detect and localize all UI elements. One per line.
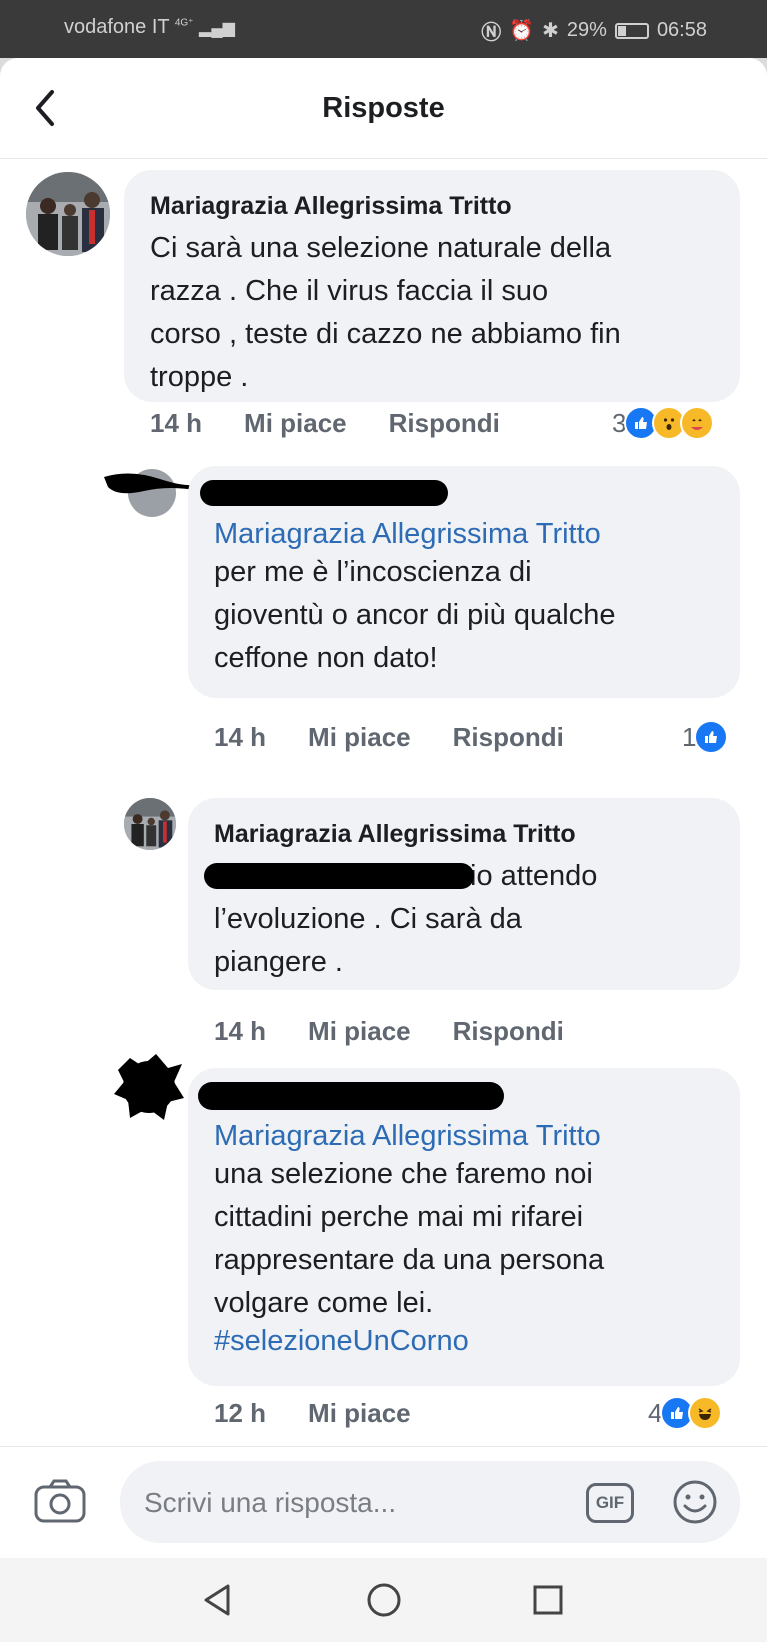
comment-bubble: Mariagrazia Allegrissima Tritto Ci sarà … xyxy=(124,170,740,402)
comment-line: razza . Che il virus faccia il suo xyxy=(150,275,549,307)
avatar-photo xyxy=(124,798,176,850)
status-bar: vodafone IT 4G⁺ ▂▄▆ Ⓝ ⏰ ✱ 29% 06:58 xyxy=(0,0,767,58)
like-button[interactable]: Mi piace xyxy=(308,1016,411,1047)
reply-button[interactable]: Rispondi xyxy=(389,408,500,439)
emoji-icon[interactable] xyxy=(672,1479,718,1525)
avatar[interactable] xyxy=(124,798,176,850)
comment-line: piangere . xyxy=(214,946,343,978)
battery-percent: 29% xyxy=(566,19,607,41)
comment-time: 14 h xyxy=(214,722,267,752)
comment-line: una selezione che faremo noi xyxy=(214,1158,593,1190)
reply-button[interactable]: Rispondi xyxy=(453,722,564,753)
comment-line: cittadini perche mai mi rifarei xyxy=(214,1201,584,1233)
comment-line: volgare come lei. xyxy=(214,1287,434,1319)
redacted-avatar xyxy=(114,1054,184,1120)
comment-text: per me è l’incoscienza di gioventù o anc… xyxy=(214,551,714,680)
haha-reaction-icon xyxy=(688,1396,723,1430)
nav-back-icon[interactable] xyxy=(198,1580,238,1620)
redacted-author xyxy=(198,1082,504,1110)
status-right: Ⓝ ⏰ ✱ 29% 06:58 xyxy=(481,16,707,45)
signal-icon: ▂▄▆ xyxy=(199,20,235,37)
avatar[interactable] xyxy=(26,172,110,256)
comment-line: io attendo xyxy=(204,855,714,898)
comment-bubble: Mariagrazia Allegrissima Tritto per me è… xyxy=(188,466,740,698)
hashtag-link[interactable]: #selezioneUnCorno xyxy=(214,1325,714,1358)
reaction-summary[interactable]: 1 xyxy=(682,720,729,754)
reaction-summary[interactable]: 3 xyxy=(612,406,715,440)
comment-bubble: Mariagrazia Allegrissima Tritto una sele… xyxy=(188,1068,740,1386)
comment-line: troppe . xyxy=(150,361,249,393)
network-type: 4G⁺ xyxy=(174,17,194,29)
page-title: Risposte xyxy=(322,92,445,124)
bluetooth-icon: ✱ xyxy=(542,20,559,42)
comment-actions: 12 h Mi piace xyxy=(214,1398,453,1429)
comment-actions: 14 h Mi piace Rispondi xyxy=(150,408,542,439)
replies-sheet: Risposte Mariagrazia Allegrissima Tritto… xyxy=(0,58,767,1642)
comment-bubble: Mariagrazia Allegrissima Tritto io atten… xyxy=(188,798,740,990)
gif-icon[interactable]: GIF xyxy=(586,1483,634,1523)
comment-actions: 14 h Mi piace Rispondi xyxy=(214,722,606,753)
nav-home-icon[interactable] xyxy=(364,1580,404,1620)
like-button[interactable]: Mi piace xyxy=(308,722,411,753)
comment-text: Ci sarà una selezione naturale della raz… xyxy=(150,227,714,399)
comment-line: per me è l’incoscienza di xyxy=(214,556,532,588)
comment-line-tail: io attendo xyxy=(470,860,598,892)
system-navigation-bar xyxy=(0,1558,767,1642)
mention-link[interactable]: Mariagrazia Allegrissima Tritto xyxy=(214,1120,714,1153)
avatar-photo xyxy=(26,172,110,256)
reply-button[interactable]: Rispondi xyxy=(453,1016,564,1047)
comment-time: 14 h xyxy=(150,408,203,438)
comment-line: rappresentare da una persona xyxy=(214,1244,605,1276)
comment-author[interactable]: Mariagrazia Allegrissima Tritto xyxy=(150,192,714,221)
reaction-summary[interactable]: 4 xyxy=(648,1396,723,1430)
comment-time: 12 h xyxy=(214,1398,267,1428)
comment-time: 14 h xyxy=(214,1016,267,1046)
clock: 06:58 xyxy=(656,19,707,41)
comment-line: Ci sarà una selezione naturale della xyxy=(150,232,612,264)
comment-line: ceffone non dato! xyxy=(214,642,438,674)
alarm-icon: ⏰ xyxy=(509,20,535,42)
comment-line: gioventù o ancor di più qualche xyxy=(214,599,616,631)
mention-link[interactable]: Mariagrazia Allegrissima Tritto xyxy=(214,518,714,551)
comment-author[interactable]: Mariagrazia Allegrissima Tritto xyxy=(214,820,714,849)
comment-line: corso , teste di cazzo ne abbiamo fin xyxy=(150,318,621,350)
nfc-icon: Ⓝ xyxy=(481,22,502,44)
comment-line: l’evoluzione . Ci sarà da xyxy=(214,903,522,935)
battery-icon xyxy=(614,22,649,39)
redacted-mention xyxy=(204,863,474,889)
header: Risposte xyxy=(0,58,767,159)
like-button[interactable]: Mi piace xyxy=(308,1398,411,1429)
carrier-name: vodafone IT xyxy=(64,16,170,38)
redacted-author xyxy=(200,480,448,506)
reply-input-placeholder: Scrivi una risposta... xyxy=(144,1487,397,1518)
like-button[interactable]: Mi piace xyxy=(244,408,347,439)
comment-text: una selezione che faremo noi cittadini p… xyxy=(214,1153,714,1325)
comment-actions: 14 h Mi piace Rispondi xyxy=(214,1016,606,1047)
carrier-label: vodafone IT 4G⁺ ▂▄▆ xyxy=(64,16,235,39)
reply-input[interactable]: Scrivi una risposta... GIF xyxy=(120,1461,740,1543)
nav-recents-icon[interactable] xyxy=(528,1580,568,1620)
like-reaction-icon xyxy=(694,720,729,754)
care-reaction-icon xyxy=(680,406,715,440)
camera-icon[interactable] xyxy=(34,1479,86,1523)
comment-text: io attendo l’evoluzione . Ci sarà da pia… xyxy=(204,855,714,984)
reply-composer: Scrivi una risposta... GIF xyxy=(0,1446,767,1555)
